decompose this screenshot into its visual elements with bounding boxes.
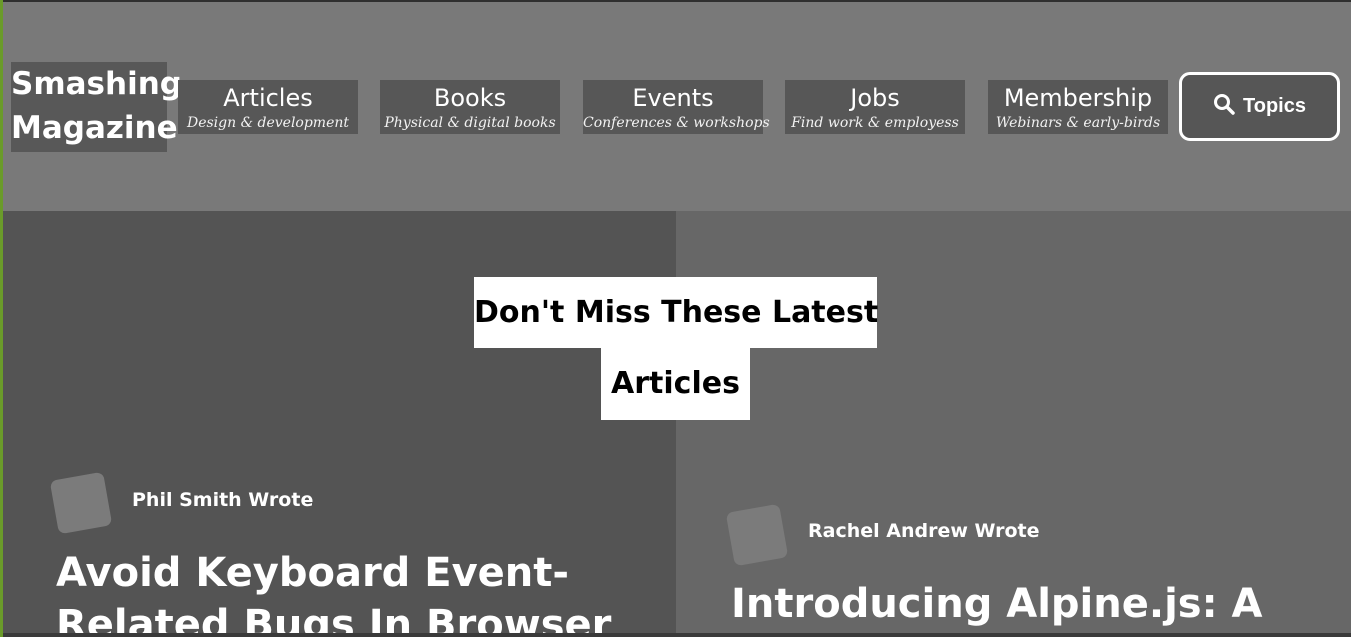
nav-subtitle: Find work & employess <box>791 115 959 131</box>
nav-title: Articles <box>223 84 313 112</box>
nav-item-articles[interactable]: Articles Design & development <box>178 80 358 134</box>
nav-subtitle: Design & development <box>186 115 350 131</box>
site-logo[interactable]: Smashing Magazine <box>11 62 182 152</box>
article-title[interactable]: Avoid Keyboard Event- <box>56 547 569 599</box>
accent-edge <box>0 0 3 637</box>
nav-title: Books <box>433 84 507 112</box>
bottom-border <box>0 633 1351 637</box>
nav-item-jobs[interactable]: Jobs Find work & employess <box>785 80 965 134</box>
topics-label: Topics <box>1243 95 1306 117</box>
page: Smashing Magazine Articles Design & deve… <box>0 0 1351 637</box>
nav-title: Membership <box>1003 84 1153 112</box>
search-icon <box>1213 93 1235 121</box>
article-card-right <box>676 211 1351 637</box>
article-title[interactable]: Related Bugs In Browser <box>56 599 611 637</box>
section-heading-line1: Don't Miss These Latest <box>474 277 878 348</box>
article-title[interactable]: Introducing Alpine.js: A <box>731 578 1262 630</box>
topics-button[interactable]: Topics <box>1179 72 1340 141</box>
nav-item-books[interactable]: Books Physical & digital books <box>380 80 560 134</box>
nav-subtitle: Physical & digital books <box>384 115 556 131</box>
nav-subtitle: Conferences & workshops <box>583 115 770 131</box>
nav-title: Jobs <box>850 84 900 112</box>
author-avatar[interactable] <box>49 471 113 535</box>
section-heading-line2: Articles <box>601 348 750 420</box>
nav-title: Events <box>632 84 714 112</box>
top-border <box>0 0 1351 2</box>
nav-subtitle: Webinars & early-birds <box>995 115 1161 131</box>
author-avatar[interactable] <box>725 503 789 567</box>
article-author[interactable]: Rachel Andrew Wrote <box>808 520 1040 542</box>
nav-item-events[interactable]: Events Conferences & workshops <box>583 80 770 134</box>
nav-item-membership[interactable]: Membership Webinars & early-birds <box>988 80 1168 134</box>
article-author[interactable]: Phil Smith Wrote <box>132 489 313 511</box>
